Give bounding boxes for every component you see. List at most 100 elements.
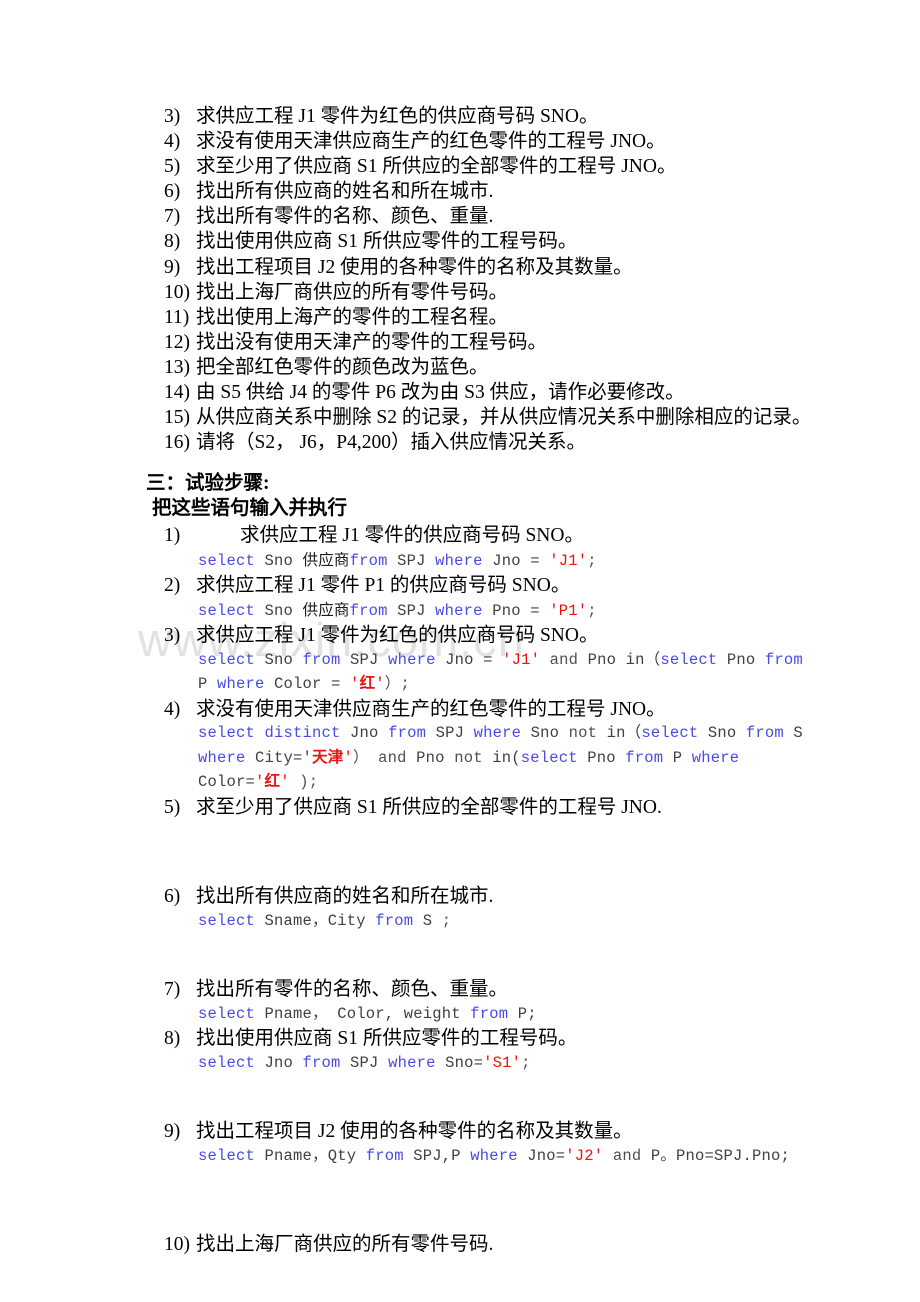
sql-token: P。Pno=SPJ.Pno; <box>650 1146 791 1165</box>
sql-token: from <box>302 1053 341 1072</box>
list-item-text: 找出没有使用天津产的零件的工程号码。 <box>196 331 548 353</box>
list-item-text: 找出使用供应商 S1 所供应零件的工程号码。 <box>196 231 578 253</box>
sql-token: from <box>365 1146 404 1165</box>
step-number: 8) <box>164 1028 181 1049</box>
sql-token: 红 <box>359 675 376 692</box>
step-text: 找出工程项目 J2 使用的各种零件的名称及其数量。 <box>196 1121 633 1142</box>
step-item: 2) 求供应工程 J1 零件 P1 的供应商号码 SNO。 select Sno… <box>164 573 824 623</box>
step-heading-row: 9) 找出工程项目 J2 使用的各种零件的名称及其数量。 <box>164 1119 824 1145</box>
step-heading-row: 7) 找出所有零件的名称、颜色、重量。 <box>164 977 824 1003</box>
sql-token: ′ <box>375 675 385 693</box>
sql-token: Pno in（ <box>587 650 661 669</box>
list-item: 9) 找出工程项目 J2 使用的各种零件的名称及其数量。 <box>164 255 804 280</box>
list-item-number: 15) <box>164 407 190 429</box>
sql-code-block: select Pname，Qty from SPJ,P where Jno='J… <box>164 1145 824 1169</box>
step-item: 8) 找出使用供应商 S1 所供应零件的工程号码。 select Jno fro… <box>164 1026 824 1119</box>
blank-space <box>164 1075 824 1119</box>
sql-token: where <box>388 650 436 669</box>
list-item-text: 找出所有供应商的姓名和所在城市. <box>196 181 494 203</box>
sql-line: select Pname， Color, weight from P; <box>198 1003 824 1027</box>
sql-token: Sname，City <box>255 911 376 930</box>
sql-token: SPJ,P <box>403 1146 471 1165</box>
list-item-text: 从供应商关系中删除 S2 的记录，并从供应情况关系中删除相应的记录。 <box>196 407 812 429</box>
sql-token: from <box>349 601 388 620</box>
sql-token: where <box>691 748 740 767</box>
step-text: 求供应工程 J1 零件为红色的供应商号码 SNO。 <box>196 625 599 646</box>
sql-token: ′J1′ <box>502 650 541 669</box>
step-text: 找出所有供应商的姓名和所在城市. <box>196 886 494 907</box>
sql-token: where <box>435 551 483 570</box>
step-item: 6) 找出所有供应商的姓名和所在城市. select Sname，City fr… <box>164 884 824 977</box>
sql-token: ′S1' <box>483 1053 522 1072</box>
sql-code-block: select Sname，City from S ; <box>164 910 824 934</box>
sql-token: SPJ <box>340 650 389 669</box>
list-item-number: 13) <box>164 356 190 378</box>
sql-line: P where Color = ′红′）; <box>198 672 824 697</box>
step-heading-row: 3) 求供应工程 J1 零件为红色的供应商号码 SNO。 <box>164 623 824 649</box>
step-item: 10) 找出上海厂商供应的所有零件号码. <box>164 1232 824 1258</box>
list-item: 11) 找出使用上海产的零件的工程名程。 <box>164 305 804 330</box>
blank-space <box>164 820 824 884</box>
sql-token: from <box>470 1004 509 1023</box>
step-item: 1) 求供应工程 J1 零件的供应商号码 SNO。 select Sno 供应商… <box>164 523 824 573</box>
sql-code-block: select distinct Jno from SPJ where Sno n… <box>164 722 824 795</box>
sql-token: 天津 <box>312 748 344 766</box>
step-number: 7) <box>164 979 181 1000</box>
sql-token: ′ <box>350 675 360 693</box>
sql-token: in（ <box>597 724 642 742</box>
sql-token: from <box>302 650 341 669</box>
list-item-text: 找出使用上海产的零件的工程名程。 <box>196 306 509 328</box>
sql-token: Sno <box>521 724 569 742</box>
list-item: 7) 找出所有零件的名称、颜色、重量. <box>164 204 804 229</box>
sql-token: not <box>454 748 483 767</box>
sql-token: and <box>368 748 417 767</box>
sql-line: select Sname，City from S ; <box>198 910 824 934</box>
step-heading-row: 5) 求至少用了供应商 S1 所供应的全部零件的工程号 JNO. <box>164 795 824 821</box>
sql-token: SPJ <box>387 551 436 570</box>
sql-token: ' <box>280 773 290 791</box>
sql-token: Sno <box>698 724 746 742</box>
sql-token: select <box>198 724 256 742</box>
step-heading-row: 10) 找出上海厂商供应的所有零件号码. <box>164 1232 824 1258</box>
sql-token: SPJ <box>387 601 436 620</box>
sql-token: where <box>435 601 483 620</box>
sql-token: from <box>625 748 664 767</box>
sql-token: Pno = <box>482 601 550 620</box>
step-number: 9) <box>164 1121 181 1142</box>
list-item-text: 由 S5 供给 J4 的零件 P6 改为由 S3 供应，请作必要修改。 <box>196 382 685 404</box>
sql-line: Color=′红' ); <box>198 770 824 795</box>
step-number: 5) <box>164 796 181 818</box>
sql-token: where <box>470 1146 518 1165</box>
sql-token: Pname，Qty <box>255 1146 366 1165</box>
sql-token: from <box>388 724 427 742</box>
sql-line: select Pname，Qty from SPJ,P where Jno='J… <box>198 1145 824 1169</box>
sql-token: Sno <box>255 650 303 669</box>
list-item: 16) 请将（S2， J6，P4,200）插入供应情况关系。 <box>164 430 804 455</box>
sql-token: City=' <box>245 748 313 767</box>
list-item-text: 求至少用了供应商 S1 所供应的全部零件的工程号 JNO。 <box>196 156 677 178</box>
list-item: 3) 求供应工程 J1 零件为红色的供应商号码 SNO。 <box>164 104 804 129</box>
step-heading-row: 1) 求供应工程 J1 零件的供应商号码 SNO。 <box>164 523 824 549</box>
list-item: 14) 由 S5 供给 J4 的零件 P6 改为由 S3 供应，请作必要修改。 <box>164 380 804 405</box>
list-item-text: 找出所有零件的名称、颜色、重量. <box>196 206 494 228</box>
subsection-heading: 把这些语句输入并执行 <box>152 498 348 519</box>
sql-token: SPJ <box>340 1053 389 1072</box>
list-item-number: 9) <box>164 256 181 278</box>
sql-token: in( <box>482 748 521 767</box>
list-item-number: 4) <box>164 131 181 153</box>
step-item: 3) 求供应工程 J1 零件为红色的供应商号码 SNO。 select Sno … <box>164 623 824 697</box>
sql-token: select <box>198 1004 256 1023</box>
sql-token: Jno <box>255 1053 303 1072</box>
list-item: 6) 找出所有供应商的姓名和所在城市. <box>164 179 804 204</box>
list-item-number: 7) <box>164 206 181 228</box>
blank-space <box>164 1168 824 1232</box>
sql-token: select <box>198 1053 256 1072</box>
sql-token: where <box>473 724 522 742</box>
sql-token: select <box>198 1146 256 1165</box>
sql-token: from <box>349 551 388 570</box>
sql-line: select Sno from SPJ where Jno = ′J1′ and… <box>198 649 824 673</box>
sql-token: Pname， Color, weight <box>255 1004 471 1023</box>
list-item-text: 求没有使用天津供应商生产的红色零件的工程号 JNO。 <box>196 131 666 153</box>
list-item: 15) 从供应商关系中删除 S2 的记录，并从供应情况关系中删除相应的记录。 <box>164 405 811 430</box>
